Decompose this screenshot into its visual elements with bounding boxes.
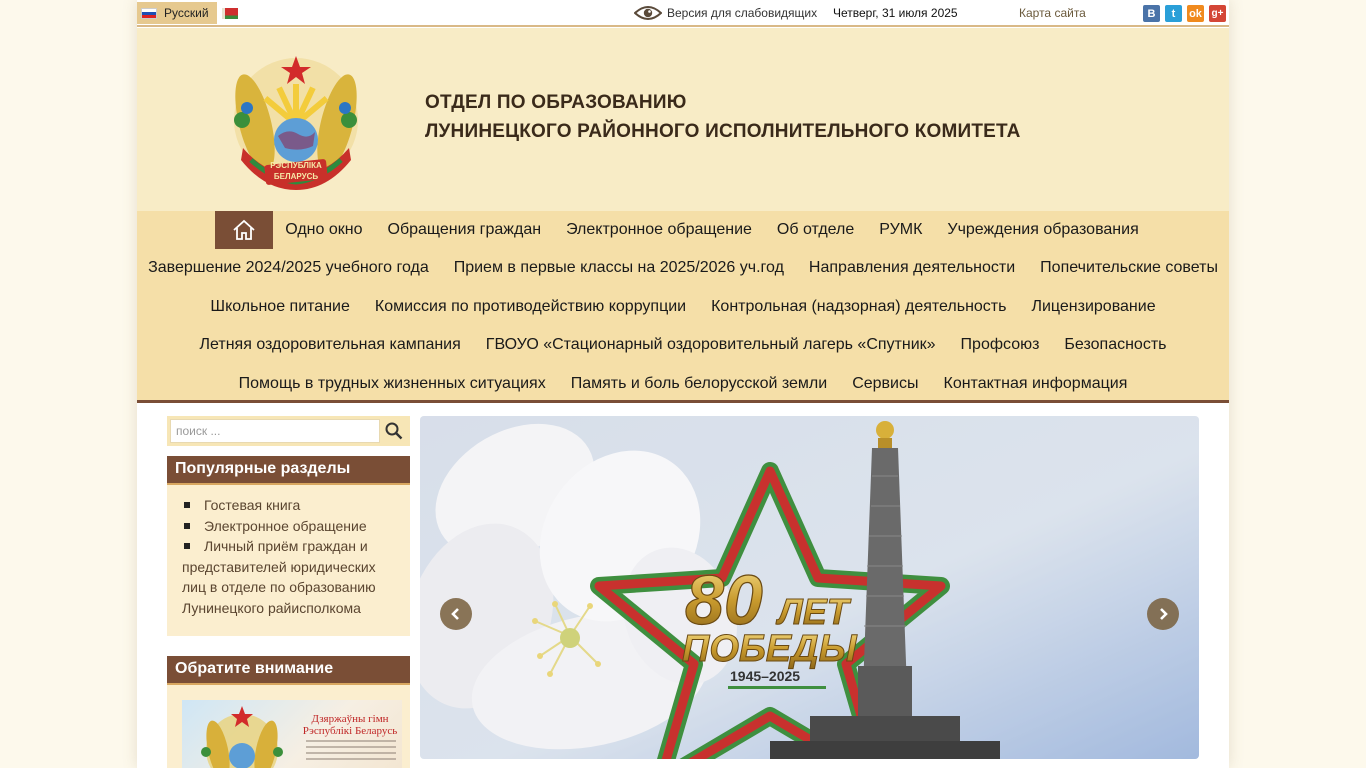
twitter-icon[interactable]: t xyxy=(1165,5,1182,22)
nav-row-4: Летняя оздоровительная кампания ГВОУО «С… xyxy=(137,326,1229,364)
victory-word-let: ЛЕТ xyxy=(775,591,852,632)
search-button[interactable] xyxy=(380,419,407,443)
nav-item-trade-union[interactable]: Профсоюз xyxy=(948,336,1052,354)
page-title-line-1: ОТДЕЛ ПО ОБРАЗОВАНИЮ xyxy=(425,92,687,113)
russia-flag-icon xyxy=(141,7,157,19)
popular-sections-panel: Популярные разделы Гостевая книга Электр… xyxy=(167,456,410,636)
bullet-icon xyxy=(184,502,190,509)
language-russian[interactable]: Русский xyxy=(137,2,217,24)
popular-sections-title: Популярные разделы xyxy=(167,456,410,485)
nav-row-3: Школьное питание Комиссия по противодейс… xyxy=(137,288,1229,326)
nav-item-one-window[interactable]: Одно окно xyxy=(273,221,375,239)
anthem-emblem-icon xyxy=(201,706,283,768)
bullet-icon xyxy=(184,543,190,550)
nav-item-trustee-councils[interactable]: Попечительские советы xyxy=(1028,259,1231,277)
nav-item-first-grade[interactable]: Прием в первые классы на 2025/2026 уч.го… xyxy=(441,259,796,277)
home-icon xyxy=(233,219,255,240)
victory-word-pobedy: ПОБЕДЫ xyxy=(682,628,858,670)
nav-item-summer-campaign[interactable]: Летняя оздоровительная кампания xyxy=(187,336,473,354)
nav-item-supervision[interactable]: Контрольная (надзорная) деятельность xyxy=(699,298,1019,316)
nav-item-sputnik-camp[interactable]: ГВОУО «Стационарный оздоровительный лаге… xyxy=(473,336,948,354)
nav-item-memory[interactable]: Память и боль белорусской земли xyxy=(558,375,839,393)
chevron-left-icon xyxy=(451,608,459,620)
anthem-banner[interactable]: Дзяржаўны гімн Рэспублікі Беларусь xyxy=(182,700,402,768)
anthem-lyrics xyxy=(306,740,396,764)
google-plus-icon[interactable]: g+ xyxy=(1209,5,1226,22)
nav-item-rumk[interactable]: РУМК xyxy=(867,221,935,239)
nav-item-directions[interactable]: Направления деятельности xyxy=(796,259,1027,277)
list-item[interactable]: Гостевая книга xyxy=(182,495,402,516)
search-icon xyxy=(385,422,402,440)
nav-item-contacts[interactable]: Контактная информация xyxy=(931,375,1140,393)
page: Русский Версия для слабовидящих Четверг,… xyxy=(137,0,1229,768)
attention-title: Обратите внимание xyxy=(167,656,410,685)
bullet-icon xyxy=(184,522,190,529)
popular-link-reception[interactable]: Личный приём граждан и представителей юр… xyxy=(182,538,376,616)
popular-link-e-appeal[interactable]: Электронное обращение xyxy=(204,518,367,534)
nav-item-anticorruption[interactable]: Комиссия по противодействию коррупции xyxy=(362,298,698,316)
search-input[interactable] xyxy=(170,419,380,443)
nav-item-life-help[interactable]: Помощь в трудных жизненных ситуациях xyxy=(226,375,558,393)
slider-prev-button[interactable] xyxy=(440,598,472,630)
belarus-emblem-icon[interactable]: РЭСПУБЛІКА БЕЛАРУСЬ xyxy=(225,48,367,190)
top-bar: Русский Версия для слабовидящих Четверг,… xyxy=(137,0,1229,27)
eye-icon[interactable] xyxy=(634,4,662,22)
anthem-title: Дзяржаўны гімн Рэспублікі Беларусь xyxy=(302,713,398,737)
popular-sections-list: Гостевая книга Электронное обращение Лич… xyxy=(167,485,410,628)
current-date: Четверг, 31 июля 2025 xyxy=(833,6,958,20)
nav-item-electronic-appeal[interactable]: Электронное обращение xyxy=(554,221,765,239)
list-item[interactable]: Электронное обращение xyxy=(182,516,402,537)
sitemap-link[interactable]: Карта сайта xyxy=(1019,6,1086,20)
language-russian-label: Русский xyxy=(164,6,209,20)
nav-item-licensing[interactable]: Лицензирование xyxy=(1019,298,1168,316)
search-box xyxy=(167,416,410,446)
nav-row-5: Помощь в трудных жизненных ситуациях Пам… xyxy=(137,365,1229,403)
nav-item-institutions[interactable]: Учреждения образования xyxy=(935,221,1151,239)
page-title: ОТДЕЛ ПО ОБРАЗОВАНИЮ ЛУНИНЕЦКОГО РАЙОННО… xyxy=(425,88,1021,146)
nav-item-citizen-appeals[interactable]: Обращения граждан xyxy=(375,221,554,239)
nav-item-safety[interactable]: Безопасность xyxy=(1052,336,1179,354)
slider-next-button[interactable] xyxy=(1147,598,1179,630)
emblem-label-2: БЕЛАРУСЬ xyxy=(274,172,318,181)
nav-item-about[interactable]: Об отделе xyxy=(764,221,866,239)
nav-item-year-end[interactable]: Завершение 2024/2025 учебного года xyxy=(136,259,442,277)
nav-row-1: Одно окно Обращения граждан Электронное … xyxy=(137,211,1229,249)
site-header: РЭСПУБЛІКА БЕЛАРУСЬ ОТДЕЛ ПО ОБРАЗОВАНИЮ… xyxy=(137,28,1229,212)
page-title-line-2: ЛУНИНЕЦКОГО РАЙОННОГО ИСПОЛНИТЕЛЬНОГО КО… xyxy=(425,121,1021,142)
odnoklassniki-icon[interactable]: ok xyxy=(1187,5,1204,22)
main-navigation: Одно окно Обращения граждан Электронное … xyxy=(137,211,1229,403)
victory-years: 1945–2025 xyxy=(730,668,800,684)
list-item[interactable]: Личный приём граждан и представителей юр… xyxy=(182,536,402,618)
image-slider[interactable]: 80 ЛЕТ ПОБЕДЫ 1945–2025 xyxy=(420,416,1199,759)
nav-item-services[interactable]: Сервисы xyxy=(840,375,931,393)
belarus-flag-icon[interactable] xyxy=(222,8,238,19)
home-button[interactable] xyxy=(214,211,273,249)
nav-row-2: Завершение 2024/2025 учебного года Прием… xyxy=(137,249,1229,287)
chevron-right-icon xyxy=(1160,608,1168,620)
vk-icon[interactable]: В xyxy=(1143,5,1160,22)
nav-item-school-meals[interactable]: Школьное питание xyxy=(198,298,362,316)
low-vision-link[interactable]: Версия для слабовидящих xyxy=(667,6,817,20)
victory-80-years-slide: 80 ЛЕТ ПОБЕДЫ 1945–2025 xyxy=(420,416,1199,759)
popular-link-guestbook[interactable]: Гостевая книга xyxy=(204,497,300,513)
emblem-label-1: РЭСПУБЛІКА xyxy=(270,161,322,170)
